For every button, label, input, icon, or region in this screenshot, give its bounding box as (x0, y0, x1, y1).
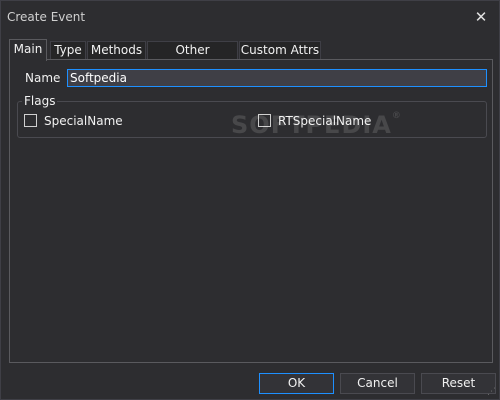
main-tab-panel: Name Flags SpecialName RTSpecialName (9, 59, 493, 363)
tab-methods[interactable]: Methods (87, 41, 146, 60)
rtspecialname-label: RTSpecialName (278, 114, 372, 128)
tab-custom-attrs[interactable]: Custom Attrs (239, 41, 321, 60)
specialname-checkbox[interactable] (24, 114, 37, 127)
close-icon[interactable]: ✕ (471, 7, 491, 27)
create-event-dialog: Create Event ✕ Main Type Methods Other M… (0, 0, 500, 400)
rtspecialname-checkbox[interactable] (258, 114, 271, 127)
reset-button[interactable]: Reset (421, 373, 496, 394)
flags-legend: Flags (22, 94, 58, 108)
tab-type[interactable]: Type (50, 41, 86, 60)
tab-main[interactable]: Main (9, 39, 47, 61)
window-title: Create Event (7, 10, 86, 24)
tab-other-methods[interactable]: Other Methods (147, 41, 238, 74)
specialname-label: SpecialName (44, 114, 123, 128)
name-label: Name (25, 71, 61, 85)
cancel-button[interactable]: Cancel (340, 373, 415, 394)
flags-group: Flags SpecialName RTSpecialName (17, 94, 487, 138)
resize-grip-icon[interactable]: ⋰ (487, 387, 497, 397)
ok-button[interactable]: OK (259, 373, 334, 394)
name-input[interactable] (67, 69, 487, 87)
title-bar[interactable]: Create Event ✕ (1, 1, 499, 33)
